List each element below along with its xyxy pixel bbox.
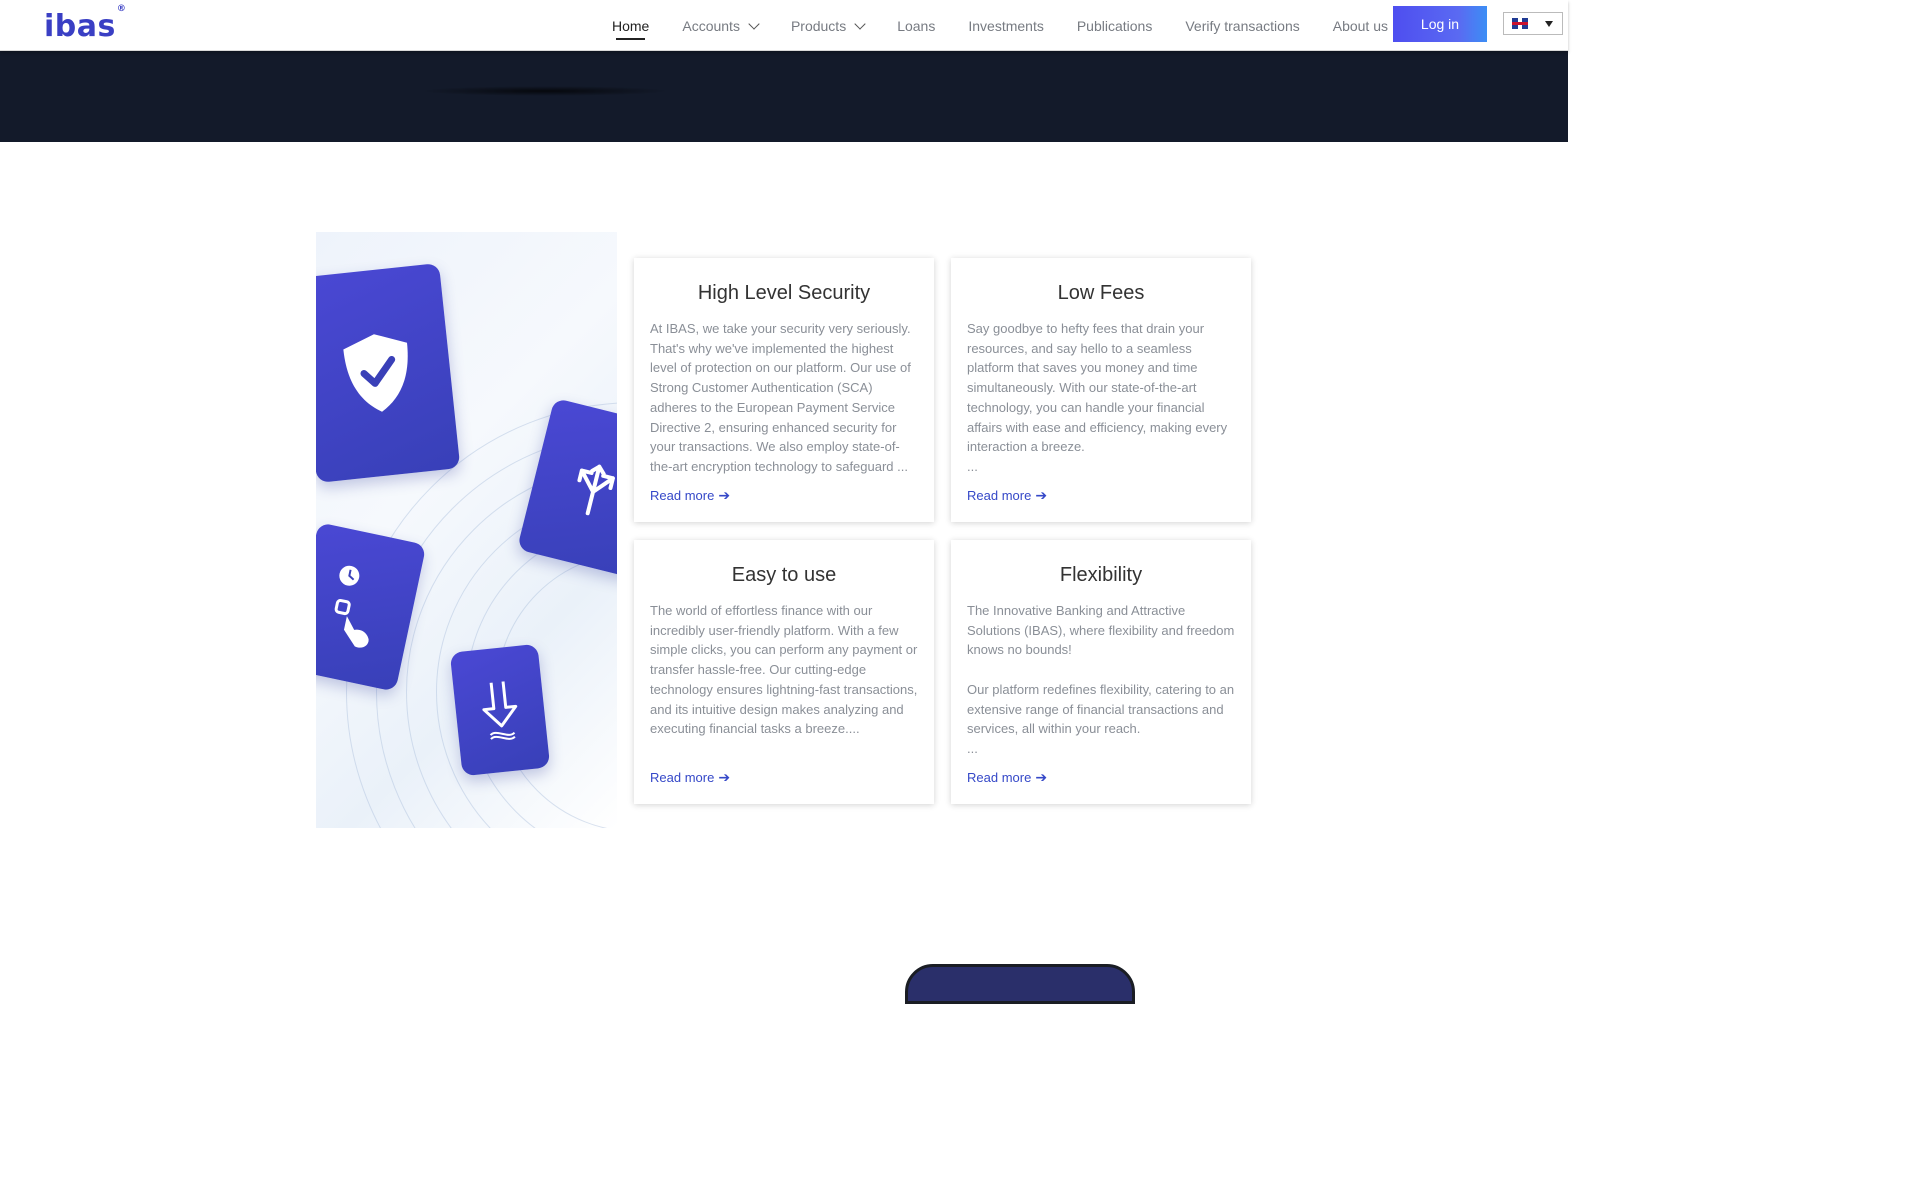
phone-mockup	[905, 964, 1135, 1004]
feature-paragraph: The Innovative Banking and Attractive So…	[967, 603, 1235, 658]
feature-title: Flexibility	[1059, 564, 1143, 586]
split-arrows-icon	[577, 464, 615, 516]
feature-paragraph: ...	[967, 740, 978, 756]
login-button[interactable]: Log in	[1393, 6, 1487, 42]
feature-card-low-fees: Low Fees Say goodbye to hefty fees that …	[951, 258, 1251, 522]
read-more-link[interactable]: Read more ➔	[967, 487, 1047, 504]
chevron-down-icon	[854, 17, 866, 30]
registered-mark: ®	[116, 4, 127, 14]
read-more-link[interactable]: Read more ➔	[967, 769, 1047, 786]
read-more-label: Read more	[650, 488, 715, 503]
nav-label: About us	[1332, 17, 1388, 34]
site-header: ibas® Home Accounts Products Loans Inves…	[0, 0, 1568, 51]
hero-banner	[0, 51, 1568, 142]
read-more-label: Read more	[967, 770, 1032, 785]
nav-label: Verify transactions	[1185, 17, 1300, 34]
hero-shadow	[420, 86, 670, 96]
arrow-right-icon: ➔	[718, 769, 731, 785]
read-more-link[interactable]: Read more ➔	[650, 487, 730, 504]
nav-accounts[interactable]: Accounts	[682, 0, 760, 51]
language-select[interactable]	[1503, 12, 1563, 35]
read-more-label: Read more	[650, 770, 715, 785]
main-nav: Home Accounts Products Loans Investments…	[612, 0, 1439, 51]
arrow-right-icon: ➔	[1035, 487, 1048, 503]
nav-label: Home	[612, 17, 650, 34]
nav-publications[interactable]: Publications	[1077, 0, 1153, 51]
features-illustration	[316, 232, 617, 828]
feature-paragraph: ...	[967, 458, 978, 474]
feature-card-easy-to-use: Easy to use The world of effortless fina…	[634, 540, 934, 804]
feature-title: High Level Security	[697, 282, 871, 304]
nav-verify-transactions[interactable]: Verify transactions	[1185, 0, 1299, 51]
security-card	[316, 263, 461, 483]
nav-label: Investments	[968, 17, 1044, 34]
arrow-right-icon: ➔	[718, 487, 731, 503]
nav-label: Products	[790, 17, 847, 34]
feature-title: Easy to use	[731, 564, 837, 586]
read-more-label: Read more	[967, 488, 1032, 503]
feature-paragraph: Say goodbye to hefty fees that drain you…	[967, 321, 1228, 455]
feature-paragraph-spacer	[967, 660, 1235, 680]
chevron-down-icon	[748, 17, 760, 30]
download-card	[449, 643, 551, 777]
caret-down-icon	[1545, 20, 1553, 27]
nav-label: Accounts	[682, 17, 740, 34]
download-icon	[482, 681, 518, 740]
feature-paragraph: Our platform redefines flexibility, cate…	[967, 681, 1235, 737]
read-more-link[interactable]: Read more ➔	[650, 769, 730, 786]
feature-paragraph: At IBAS, we take your security very seri…	[650, 321, 911, 474]
logo-text: ibas	[44, 9, 116, 44]
uk-flag-icon	[1512, 18, 1528, 29]
nav-label: Loans	[897, 17, 936, 34]
nav-investments[interactable]: Investments	[968, 0, 1043, 51]
tap-clock-icon	[334, 565, 369, 648]
feature-description: The Innovative Banking and Attractive So…	[967, 601, 1235, 759]
nav-loans[interactable]: Loans	[897, 0, 935, 51]
shield-check-icon	[343, 334, 408, 412]
feature-card-security: High Level Security At IBAS, we take you…	[634, 258, 934, 522]
nav-label: Publications	[1076, 17, 1153, 34]
nav-products[interactable]: Products	[790, 0, 866, 51]
feature-card-flexibility: Flexibility The Innovative Banking and A…	[951, 540, 1251, 804]
feature-description: Say goodbye to hefty fees that drain you…	[967, 319, 1235, 477]
ibas-logo[interactable]: ibas®	[44, 4, 126, 44]
feature-description: The world of effortless finance with our…	[650, 601, 918, 739]
feature-paragraph: The world of effortless finance with our…	[650, 603, 918, 737]
arrow-right-icon: ➔	[1035, 769, 1048, 785]
nav-home[interactable]: Home	[612, 0, 649, 51]
feature-title: Low Fees	[1057, 282, 1145, 304]
feature-description: At IBAS, we take your security very seri…	[650, 319, 918, 477]
